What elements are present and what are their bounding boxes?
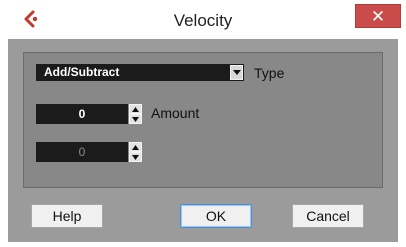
arrow-down-icon [132,155,139,160]
title-bar[interactable]: Velocity ✕ [0,0,406,40]
type-dropdown-value: Add/Subtract [44,65,120,79]
arrow-up-icon [132,107,139,112]
ok-button[interactable]: OK [180,204,252,228]
arrow-down-icon [132,117,139,122]
secondary-value: 0 [78,145,86,159]
amount-value: 0 [78,107,86,121]
secondary-spinbox: 0 [36,142,143,162]
secondary-input: 0 [36,142,128,162]
dropdown-arrow-button[interactable] [230,65,243,80]
type-dropdown[interactable]: Add/Subtract [36,64,244,81]
chevron-down-icon [233,70,241,75]
amount-spinbox[interactable]: 0 [36,104,143,124]
amount-increment-button[interactable] [129,104,142,114]
close-icon: ✕ [370,7,386,26]
secondary-decrement-button [129,152,142,162]
amount-decrement-button[interactable] [129,114,142,124]
amount-stepper[interactable] [129,104,142,124]
secondary-increment-button [129,142,142,152]
arrow-up-icon [132,145,139,150]
close-button[interactable]: ✕ [355,4,401,28]
amount-label: Amount [151,105,200,121]
amount-input[interactable]: 0 [36,104,128,124]
help-button[interactable]: Help [31,204,103,228]
cancel-button[interactable]: Cancel [292,204,364,228]
window-title: Velocity [173,11,233,30]
velocity-dialog: Velocity ✕ Add/Subtract Type 0 Amount 0 … [0,0,406,247]
secondary-stepper [129,142,142,162]
type-label: Type [254,65,285,81]
